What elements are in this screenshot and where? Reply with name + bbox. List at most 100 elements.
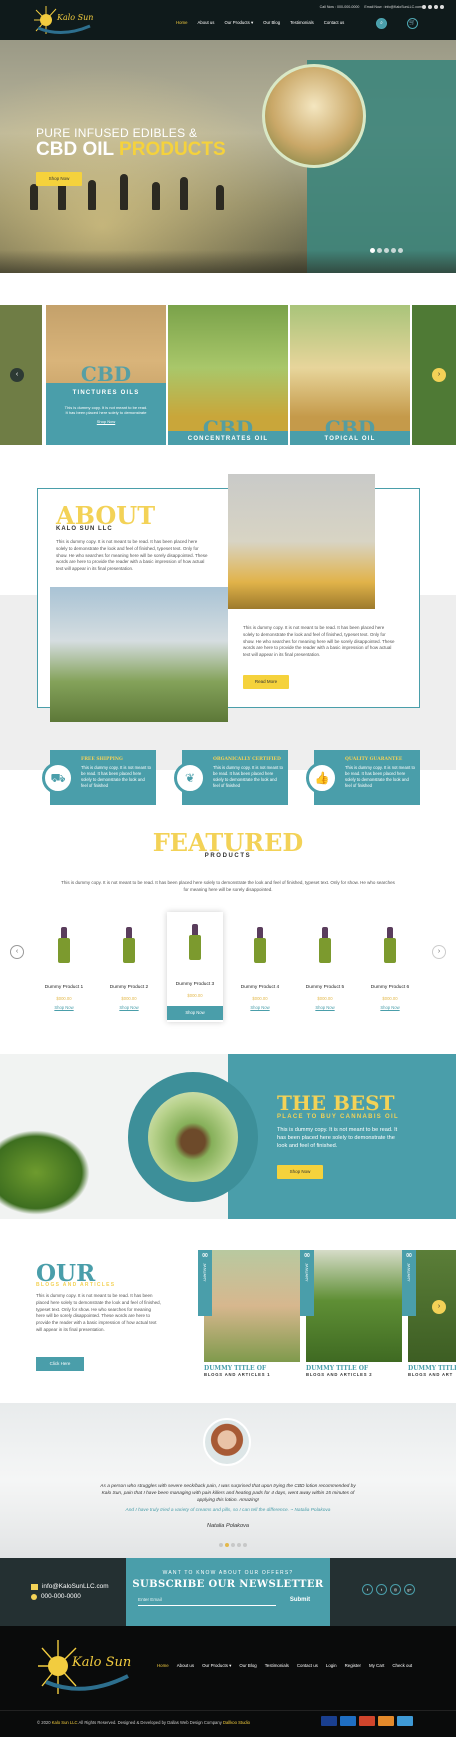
about-paragraph-1: This is dummy copy. It is not meant to b… (56, 539, 208, 571)
search-button[interactable]: ⌕ (376, 18, 387, 29)
facebook-icon[interactable]: f (362, 1584, 373, 1595)
carousel-next-button[interactable]: › (432, 368, 446, 382)
copyright-brand[interactable]: Kalo Sun LLC (52, 1720, 78, 1725)
product-card[interactable]: Dummy Product 5 $000.00 Shop Now (297, 915, 353, 1025)
hero-slider-dots (370, 248, 403, 253)
slider-dot[interactable] (225, 1543, 229, 1547)
nav-products[interactable]: Our Products ▾ (224, 20, 253, 26)
slider-dot[interactable] (398, 248, 403, 253)
blog-day: 00 (202, 1253, 208, 1259)
twitter-icon[interactable]: t (376, 1584, 387, 1595)
footer-nav-cart[interactable]: My Cart (369, 1663, 384, 1669)
blog-date-tag: 00 JANUARY (198, 1250, 212, 1316)
footer-divider (0, 1710, 456, 1711)
product-shop-link[interactable]: Shop Now (101, 1005, 157, 1011)
footer-nav-blog[interactable]: Our Blog (239, 1663, 256, 1669)
product-price: $000.00 (121, 996, 137, 1001)
product-shop-link[interactable]: Shop Now (232, 1005, 288, 1011)
facebook-icon[interactable] (422, 5, 426, 9)
leaf-icon: ❦ (174, 762, 206, 794)
slider-dot[interactable] (370, 248, 375, 253)
chevron-right-icon: › (437, 371, 441, 379)
product-shop-link[interactable]: Shop Now (297, 1005, 353, 1011)
product-card-highlighted[interactable]: Dummy Product 3 $000.00 Shop Now (167, 912, 223, 1022)
copyright-text: © 2020 Kalo Sun LLC All Rights Reserved.… (37, 1720, 250, 1726)
chevron-left-icon: ‹ (15, 948, 19, 956)
footer-nav-products[interactable]: Our Products ▾ (202, 1663, 231, 1669)
discover-icon (378, 1716, 394, 1726)
nav-blog[interactable]: Our Blog (263, 20, 280, 26)
nav-home[interactable]: Home (176, 20, 187, 26)
blog-month: JANUARY (202, 1262, 208, 1282)
category-card-topical[interactable]: CBD TOPICAL OIL (290, 305, 410, 445)
cart-button[interactable]: 🛒 (407, 18, 418, 29)
carousel-prev-button[interactable]: ‹ (10, 368, 24, 382)
testimonial-name: Natalia Polakova (207, 1523, 249, 1529)
blogs-click-here-button[interactable]: Click Here (36, 1357, 84, 1371)
product-card[interactable]: Dummy Product 2 $000.00 Shop Now (101, 915, 157, 1025)
category-shop-link[interactable]: Shop Now (46, 419, 166, 424)
best-shop-now-button[interactable]: Shop Now (277, 1165, 323, 1179)
newsletter-box (126, 1558, 330, 1626)
blogs-next-button[interactable]: › (432, 1300, 446, 1314)
footer-logo[interactable]: Kalo Sun (36, 1634, 132, 1698)
blog-card-1[interactable]: 00 JANUARY (198, 1250, 300, 1362)
slider-dot[interactable] (231, 1543, 235, 1547)
header-social-icons (422, 5, 444, 9)
nav-testimonials[interactable]: Testimonials (290, 20, 314, 26)
product-card[interactable]: Dummy Product 6 $000.00 Shop Now (362, 915, 418, 1025)
visa-icon (321, 1716, 337, 1726)
newsletter-submit-button[interactable]: Submit (280, 1594, 320, 1606)
about-paragraph-2: This is dummy copy. It is not meant to b… (243, 625, 395, 657)
footer-nav-products-label: Our Products (202, 1663, 228, 1668)
footer-nav-contact[interactable]: Contact us (297, 1663, 318, 1669)
category-card-concentrates[interactable]: CBD CONCENTRATES OIL (168, 305, 288, 445)
slider-dot[interactable] (237, 1543, 241, 1547)
envelope-icon (31, 1584, 38, 1591)
products-prev-button[interactable]: ‹ (10, 945, 24, 959)
footer-phone[interactable]: 000-000-0000 (31, 1593, 81, 1602)
footer-nav-register[interactable]: Register (345, 1663, 361, 1669)
amex-icon (397, 1716, 413, 1726)
google-plus-icon[interactable]: g+ (404, 1584, 415, 1595)
instagram-icon[interactable] (434, 5, 438, 9)
product-card[interactable]: Dummy Product 1 $000.00 Shop Now (36, 915, 92, 1025)
slider-dot[interactable] (377, 248, 382, 253)
footer-nav-login[interactable]: Login (326, 1663, 337, 1669)
product-shop-link[interactable]: Shop Now (36, 1005, 92, 1011)
twitter-icon[interactable] (428, 5, 432, 9)
newsletter-email-input[interactable] (138, 1594, 276, 1606)
feature-title: QUALITY GUARANTEE (345, 757, 403, 762)
instagram-icon[interactable]: ◎ (390, 1584, 401, 1595)
copyright-studio[interactable]: Dallkoo Studio (223, 1720, 250, 1725)
footer-email[interactable]: info@KaloSunLLC.com (31, 1583, 109, 1592)
blog-subtitle: BLOGS AND ARTICLES 1 (204, 1372, 271, 1377)
blog-card-2[interactable]: 00 JANUARY (300, 1250, 402, 1362)
category-card-tinctures[interactable]: CBD TINCTURES OILS This is dummy copy. I… (46, 305, 166, 445)
email-now-text[interactable]: Email Now : info@KaloSunLLC.com (364, 5, 422, 10)
footer-nav-testimonials[interactable]: Testimonials (265, 1663, 289, 1669)
products-next-button[interactable]: › (432, 945, 446, 959)
read-more-button[interactable]: Read More (243, 675, 289, 689)
product-shop-button[interactable]: Shop Now (167, 1006, 223, 1020)
nav-contact[interactable]: Contact us (324, 20, 345, 26)
slider-dot[interactable] (384, 248, 389, 253)
call-now-text[interactable]: Call Now : 000-000-0000 (320, 5, 360, 10)
footer-nav-home[interactable]: Home (157, 1663, 169, 1669)
slider-dot[interactable] (243, 1543, 247, 1547)
feature-free-shipping: ⛟ FREE SHIPPING This is dummy copy. It i… (42, 750, 156, 805)
logo[interactable]: Kalo Sun (32, 4, 94, 36)
footer-nav-checkout[interactable]: Check out (392, 1663, 412, 1669)
hero-shop-now-button[interactable]: Shop Now (36, 172, 82, 186)
product-card[interactable]: Dummy Product 4 $000.00 Shop Now (232, 915, 288, 1025)
chevron-right-icon: › (437, 1303, 441, 1311)
slider-dot[interactable] (219, 1543, 223, 1547)
feature-quality: 👍 QUALITY GUARANTEE This is dummy copy. … (306, 750, 420, 805)
google-plus-icon[interactable] (440, 5, 444, 9)
footer-nav-about[interactable]: About us (177, 1663, 194, 1669)
slider-dot[interactable] (391, 248, 396, 253)
chevron-down-icon: ▾ (250, 20, 254, 25)
product-shop-link[interactable]: Shop Now (362, 1005, 418, 1011)
nav-about[interactable]: About us (197, 20, 214, 26)
category-band: CBD TOPICAL OIL (290, 416, 410, 445)
